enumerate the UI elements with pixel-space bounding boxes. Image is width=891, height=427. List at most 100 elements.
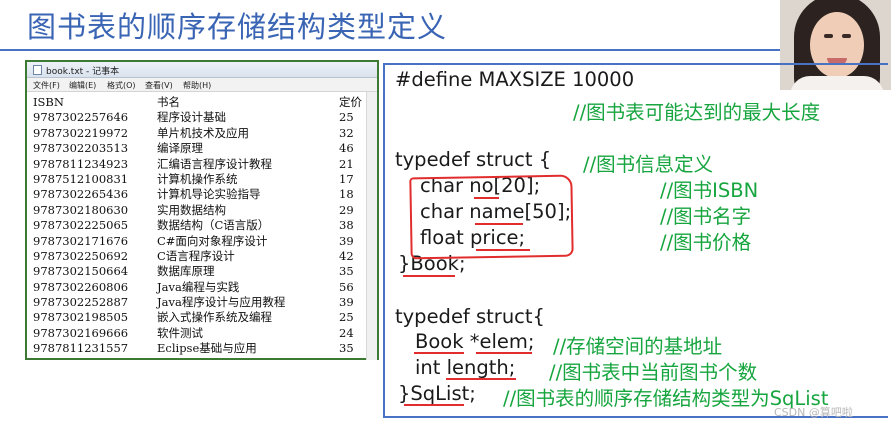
book-name: Java编程与实践 xyxy=(157,279,240,294)
book-isbn: 9787302180630 xyxy=(33,202,129,217)
book-price: 17 xyxy=(339,171,354,186)
code-field-no-comment: //图书ISBN xyxy=(660,179,759,202)
book-isbn: 9787302169666 xyxy=(33,325,129,340)
book-isbn: 9787302257646 xyxy=(33,110,129,125)
book-row: 9787302180630 实用数据结构 29 xyxy=(33,203,367,218)
book-price: 46 xyxy=(339,141,354,156)
book-isbn: 9787302171676 xyxy=(33,233,129,248)
webcam-eye-left xyxy=(824,34,833,38)
annotation-underline-price xyxy=(476,249,530,251)
book-price: 38 xyxy=(339,218,354,233)
book-row: 9787302198505 嵌入式操作系统及编程 25 xyxy=(33,310,367,325)
book-price: 35 xyxy=(339,341,354,356)
book-name: 程序设计基础 xyxy=(157,110,226,125)
notepad-text-area[interactable]: ISBN 书名 定价 9787302257646 程序设计基础 25 9787302… xyxy=(33,95,367,357)
book-isbn: 9787302225065 xyxy=(33,218,129,233)
annotation-underline-book-elem xyxy=(414,352,464,354)
book-name: 嵌入式操作系统及编程 xyxy=(157,310,272,325)
book-row: 9787302150664 数据库原理 35 xyxy=(33,264,367,279)
book-isbn: 9787302252887 xyxy=(33,295,129,310)
book-row: 9787302260806 Java编程与实践 56 xyxy=(33,280,367,295)
code-field-elem: Book *elem; xyxy=(415,330,535,353)
book-price: 24 xyxy=(339,325,354,340)
book-price: 25 xyxy=(339,310,354,325)
menu-view[interactable]: 查看(V) xyxy=(145,80,173,91)
book-row: 9787302219972 单片机技术及应用 32 xyxy=(33,126,367,141)
code-field-elem-comment: //存储空间的基地址 xyxy=(553,335,723,358)
book-row: 9787302171676 C#面向对象程序设计 39 xyxy=(33,234,367,249)
book-price: 39 xyxy=(339,233,354,248)
book-name: Eclipse基础与应用 xyxy=(157,341,257,356)
book-row: 9787302252887 Java程序设计与应用教程 39 xyxy=(33,295,367,310)
code-field-price-comment: //图书价格 xyxy=(660,231,752,254)
menu-edit[interactable]: 编辑(E) xyxy=(69,80,96,91)
code-field-length-comment: //图书表中当前图书个数 xyxy=(549,361,758,384)
book-name: 汇编语言程序设计教程 xyxy=(157,156,272,171)
notepad-window-title: book.txt - 记事本 xyxy=(46,67,120,77)
book-price: 25 xyxy=(339,110,354,125)
menu-help[interactable]: 帮助(H) xyxy=(183,80,211,91)
book-isbn: 9787302150664 xyxy=(33,264,129,279)
annotation-underline-length xyxy=(446,378,516,380)
book-row: 9787302257646 程序设计基础 25 xyxy=(33,110,367,125)
title-divider xyxy=(0,49,780,51)
book-price: 35 xyxy=(339,264,354,279)
book-name: 数据库原理 xyxy=(157,264,215,279)
header-name: 书名 xyxy=(157,95,180,109)
watermark: CSDN @算吧啦 xyxy=(774,406,853,419)
code-field-name-comment: //图书名字 xyxy=(660,205,752,228)
slide-title: 图书表的顺序存储结构类型定义 xyxy=(27,10,448,44)
header-price: 定价 xyxy=(339,95,362,109)
book-row: 9787302203513 编译原理 46 xyxy=(33,141,367,156)
webcam-eye-right xyxy=(842,34,851,38)
menu-format[interactable]: 格式(O) xyxy=(107,80,136,91)
book-name: 计算机导论实验指导 xyxy=(157,187,261,202)
book-name: 编译原理 xyxy=(157,141,203,156)
book-table-header: ISBN 书名 定价 xyxy=(33,95,367,110)
book-name: 单片机技术及应用 xyxy=(157,125,249,140)
book-isbn: 9787302203513 xyxy=(33,141,129,156)
code-define-line: #define MAXSIZE 10000 xyxy=(395,68,635,91)
book-row: 9787811234923 汇编语言程序设计教程 21 xyxy=(33,157,367,172)
code-typedef-book-comment: //图书信息定义 xyxy=(583,153,714,176)
code-typedef-book-open: typedef struct { xyxy=(395,148,552,171)
book-isbn: 9787302219972 xyxy=(33,125,129,140)
annotation-underline-book xyxy=(403,275,455,277)
book-name: 数据结构（C语言版） xyxy=(157,218,270,233)
annotation-underline-sqlist xyxy=(404,404,464,406)
book-row: 9787512100831 计算机操作系统 17 xyxy=(33,172,367,187)
notepad-app-icon xyxy=(33,65,42,75)
book-isbn: 9787512100831 xyxy=(33,171,129,186)
book-name: Java程序设计与应用教程 xyxy=(157,295,286,310)
code-field-length: int length; xyxy=(415,356,516,379)
annotation-fields-box xyxy=(409,174,574,260)
menu-file[interactable]: 文件(F) xyxy=(33,80,60,91)
code-typedef-sqlist-close: }SqList; xyxy=(398,382,476,405)
header-isbn: ISBN xyxy=(33,95,64,109)
notepad-titlebar[interactable]: book.txt - 记事本 xyxy=(27,62,377,78)
book-name: 软件测试 xyxy=(157,325,203,340)
book-price: 39 xyxy=(339,295,354,310)
book-isbn: 9787811234923 xyxy=(33,156,129,171)
book-name: 计算机操作系统 xyxy=(157,171,238,186)
notepad-menubar: 文件(F) 编辑(E) 格式(O) 查看(V) 帮助(H) xyxy=(27,78,377,92)
book-isbn: 9787302198505 xyxy=(33,310,129,325)
book-price: 21 xyxy=(339,156,354,171)
notepad-vertical-scrollbar[interactable] xyxy=(366,92,377,360)
book-isbn: 9787811231557 xyxy=(33,341,129,356)
book-row: 9787302265436 计算机导论实验指导 18 xyxy=(33,187,367,202)
book-price: 32 xyxy=(339,125,354,140)
book-name: C#面向对象程序设计 xyxy=(157,233,268,248)
book-name: 实用数据结构 xyxy=(157,202,226,217)
book-price: 56 xyxy=(339,279,354,294)
book-row: 9787302169666 软件测试 24 xyxy=(33,326,367,341)
book-price: 42 xyxy=(339,248,354,263)
book-isbn: 9787302260806 xyxy=(33,279,129,294)
annotation-underline-no xyxy=(474,197,499,199)
annotation-underline-elem xyxy=(476,352,532,354)
notepad-window: book.txt - 记事本 文件(F) 编辑(E) 格式(O) 查看(V) 帮… xyxy=(25,60,379,360)
book-isbn: 9787302265436 xyxy=(33,187,129,202)
annotation-underline-name xyxy=(475,223,523,225)
book-row: 9787811231557 Eclipse基础与应用 35 xyxy=(33,341,367,356)
code-typedef-sqlist-open: typedef struct{ xyxy=(395,305,545,328)
